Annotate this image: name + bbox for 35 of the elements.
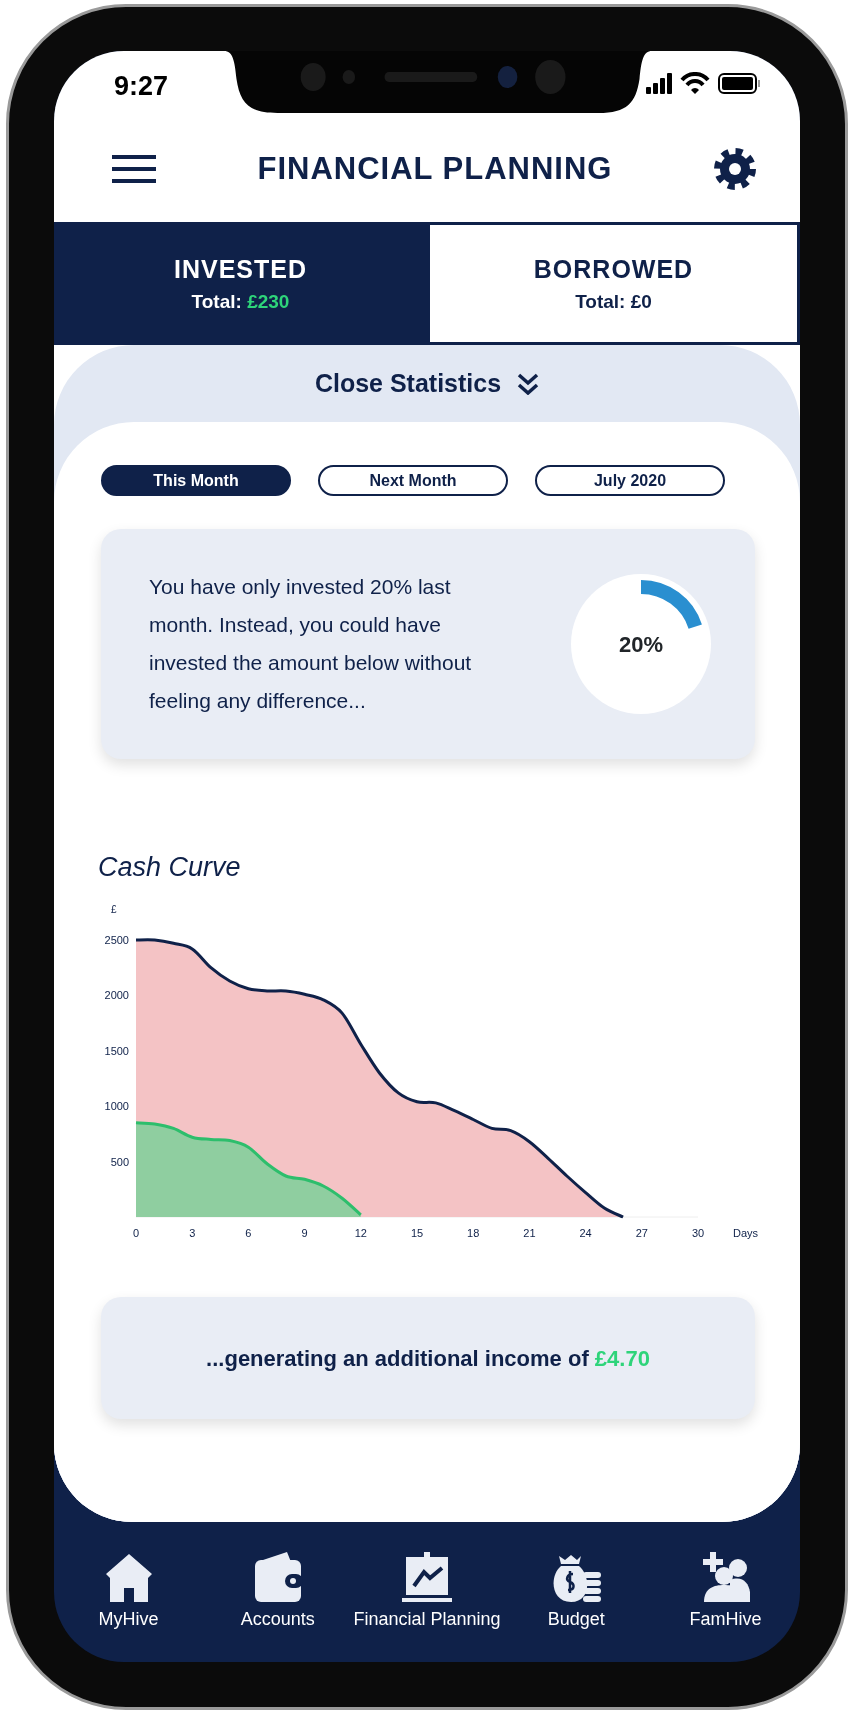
nav-tab[interactable]: MyHive <box>54 1551 204 1633</box>
y-tick-label: 1000 <box>104 1100 129 1113</box>
period-tab[interactable]: This Month <box>101 465 291 496</box>
x-tick-label: 3 <box>189 1227 196 1239</box>
period-tab[interactable]: July 2020 <box>535 465 725 496</box>
status-time: 9:27 <box>114 69 169 103</box>
x-tick-label: 15 <box>410 1227 424 1239</box>
insight-text: You have only invested 20% last month. Instead, you could have invested the amount below without feeling any difference... <box>149 574 473 714</box>
x-tick-label: 12 <box>354 1227 367 1239</box>
x-tick-label: 21 <box>523 1227 536 1239</box>
nav-tab[interactable]: FamHive <box>650 1551 800 1633</box>
x-tick-label: 30 <box>691 1227 705 1239</box>
chart-title: Cash Curve <box>98 851 242 884</box>
page-title: FINANCIAL PLANNING <box>257 149 613 188</box>
nav-tab[interactable]: Financial Planning <box>352 1551 502 1633</box>
y-tick-label: 2000 <box>104 989 129 1002</box>
x-tick-label: 6 <box>245 1227 252 1239</box>
y-tick-label: 1500 <box>104 1044 129 1057</box>
x-tick-label: 0 <box>132 1227 140 1239</box>
nav-tab[interactable]: Accounts <box>203 1551 353 1633</box>
x-tick-label: 27 <box>635 1227 648 1239</box>
statistics-toggle[interactable]: Close Statistics <box>54 345 800 422</box>
x-tick-label: 9 <box>301 1227 308 1239</box>
nav-tab[interactable]: Budget <box>501 1551 651 1633</box>
progress-reading: 20% <box>619 630 663 659</box>
x-axis-label: Days <box>733 1227 759 1239</box>
x-tick-label: 18 <box>467 1227 480 1239</box>
y-axis-label: £ <box>111 904 117 915</box>
y-tick-label: 500 <box>110 1155 129 1168</box>
period-tab[interactable]: Next Month <box>318 465 508 496</box>
income-text: ...generating an additional income of £4.70 <box>206 1344 650 1373</box>
tab[interactable]: BORROWED Total: £0 <box>427 222 800 345</box>
x-tick-label: 24 <box>579 1227 592 1239</box>
y-tick-label: 2500 <box>104 934 129 946</box>
tab[interactable]: INVESTED Total: £230 <box>54 222 427 345</box>
